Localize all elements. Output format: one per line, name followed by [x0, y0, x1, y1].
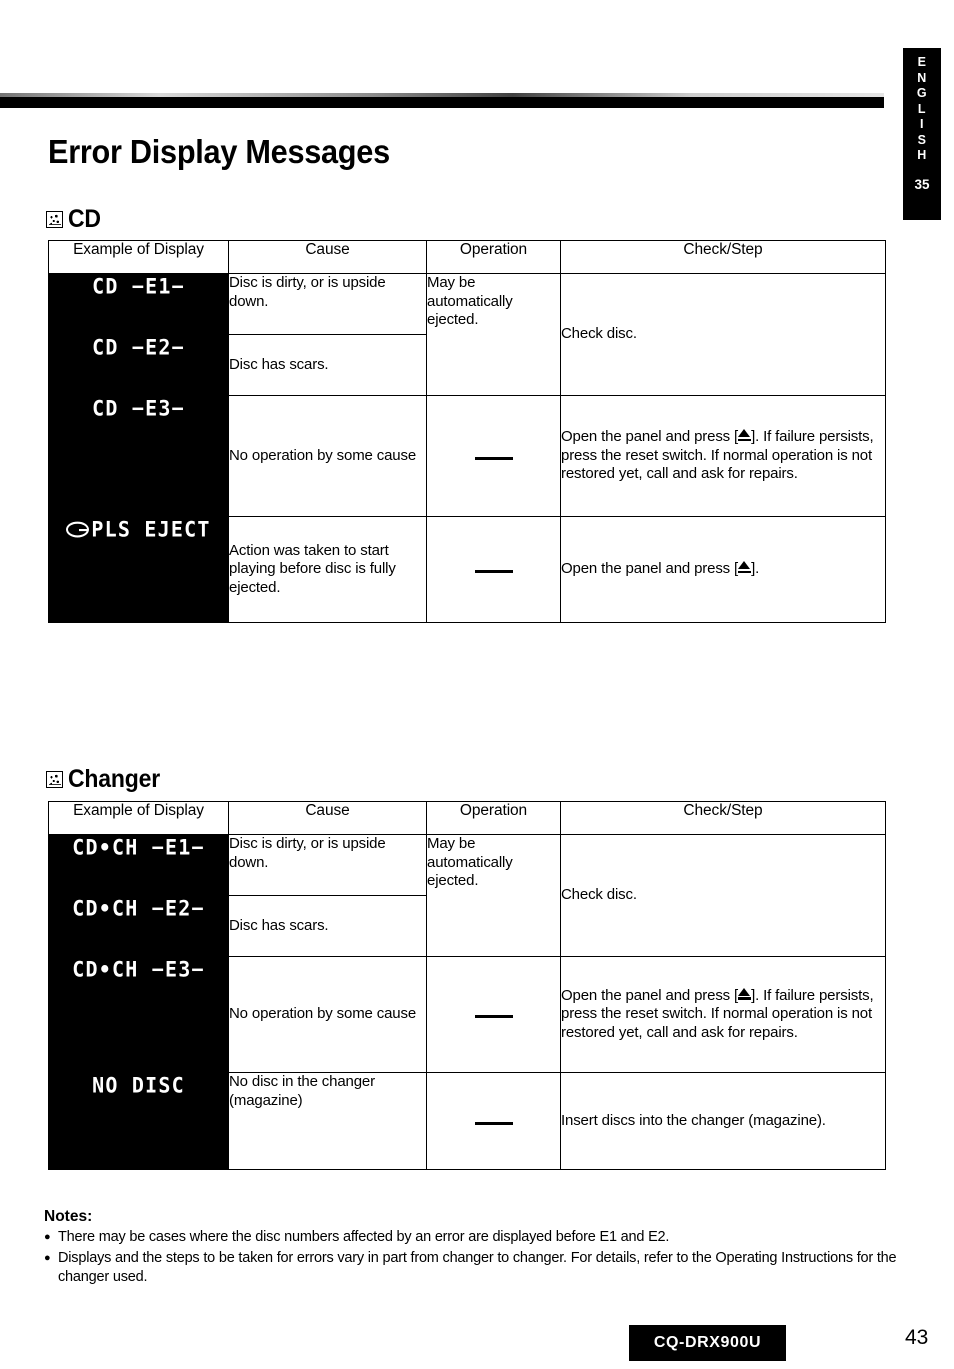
eject-button-icon: [738, 987, 752, 1001]
display-example-cell: CD −E1−: [48, 273, 229, 335]
check-step-cell: Open the panel and press [].: [560, 516, 886, 623]
column-header-cause: Cause: [228, 801, 427, 835]
table-row: PLS EJECT Action was taken to start play…: [48, 516, 886, 623]
side-tab-letter: S: [917, 132, 927, 147]
display-example-cell: CD•CH −E1−: [48, 834, 229, 896]
table-row: CD −E3− No operation by some cause Open …: [48, 395, 886, 517]
operation-cell: [426, 395, 561, 517]
cause-cell: Disc is dirty, or is upside down.: [228, 273, 427, 335]
side-tab-letter: L: [917, 101, 927, 116]
display-code-text: CD −E2−: [92, 334, 185, 360]
check-step-cell: Open the panel and press []. If failure …: [560, 956, 886, 1073]
table-header-row: Example of Display Cause Operation Check…: [48, 801, 886, 835]
note-list-item: ● Displays and the steps to be taken for…: [44, 1249, 904, 1288]
eject-button-icon: [738, 561, 752, 574]
em-dash-mark: [474, 456, 513, 460]
display-code-text: CD•CH −E2−: [72, 895, 205, 921]
side-tab-english: E N G L I S H 35: [903, 48, 941, 220]
display-code-label: PLS EJECT: [91, 516, 211, 542]
note-text: There may be cases where the disc number…: [58, 1229, 670, 1245]
section-heading-label: CD: [68, 205, 101, 233]
em-dash-mark: [474, 1121, 513, 1125]
cause-cell: No operation by some cause: [228, 956, 427, 1073]
check-step-text-before: Open the panel and press [: [561, 986, 739, 1004]
operation-cell: [426, 956, 561, 1073]
table-row: NO DISC No disc in the changer (magazine…: [48, 1072, 886, 1170]
display-panel-icon: [46, 211, 63, 228]
display-example-cell: PLS EJECT: [48, 516, 229, 623]
check-step-text-before: Open the panel and press [: [561, 428, 739, 446]
bullet-icon: ●: [44, 1231, 51, 1243]
display-example-cell: CD −E3−: [48, 395, 229, 517]
page-number: 43: [905, 1326, 929, 1349]
notes-title: Notes:: [44, 1208, 93, 1225]
side-tab-letter: E: [917, 55, 927, 69]
cause-cell: Disc has scars.: [228, 334, 427, 396]
operation-cell: [426, 516, 561, 623]
eject-button-icon: [738, 429, 752, 442]
column-header-check: Check/Step: [560, 801, 886, 835]
changer-error-table: Example of Display Cause Operation Check…: [48, 801, 886, 1170]
display-code-text: CD −E3−: [92, 395, 185, 421]
column-header-check: Check/Step: [560, 240, 886, 274]
em-dash-mark: [474, 1015, 513, 1019]
table-row: CD•CH −E3− No operation by some cause Op…: [48, 956, 886, 1073]
bullet-icon: ●: [44, 1251, 51, 1264]
note-text: Displays and the steps to be taken for e…: [58, 1249, 897, 1286]
em-dash-mark: [474, 570, 513, 574]
side-tab-letter: I: [920, 117, 924, 131]
column-header-operation: Operation: [426, 801, 561, 835]
top-rule: [0, 97, 884, 108]
disc-eject-icon: [66, 521, 90, 538]
cause-cell: Action was taken to start playing before…: [228, 516, 427, 623]
check-step-text-after: ].: [751, 560, 760, 578]
page-title: Error Display Messages: [48, 133, 390, 170]
operation-cell: [426, 1072, 561, 1170]
table-header-row: Example of Display Cause Operation Check…: [48, 240, 886, 274]
check-step-cell: Open the panel and press []. If failure …: [560, 395, 886, 517]
note-list-item: ● There may be cases where the disc numb…: [44, 1228, 904, 1248]
display-example-cell: CD•CH −E2−: [48, 895, 229, 957]
notes-section: Notes: ● There may be cases where the di…: [44, 1208, 904, 1289]
column-header-example: Example of Display: [48, 240, 229, 274]
display-code-text: PLS EJECT: [66, 516, 211, 542]
display-example-cell: NO DISC: [48, 1072, 229, 1170]
cause-cell: Disc is dirty, or is upside down.: [228, 834, 427, 896]
check-step-cell: Check disc.: [560, 834, 886, 957]
cause-cell: Disc has scars.: [228, 895, 427, 957]
table-row: CD•CH −E1− Disc is dirty, or is upside d…: [48, 834, 886, 957]
display-example-cell: CD•CH −E3−: [48, 956, 229, 1073]
side-tab-number: 35: [914, 176, 930, 192]
column-header-operation: Operation: [426, 240, 561, 274]
cd-error-table: Example of Display Cause Operation Check…: [48, 240, 886, 623]
cause-cell: No disc in the changer (magazine): [228, 1072, 427, 1170]
side-tab-letter: G: [916, 86, 928, 100]
check-step-cell: Check disc.: [560, 273, 886, 396]
operation-cell: May be automatically ejected.: [426, 273, 561, 396]
table-row: CD −E1− Disc is dirty, or is upside down…: [48, 273, 886, 396]
display-code-text: CD −E1−: [92, 273, 185, 299]
display-panel-icon: [46, 771, 63, 788]
column-header-example: Example of Display: [48, 801, 229, 835]
display-code-text: CD•CH −E1−: [72, 834, 205, 860]
section-heading-cd: CD: [46, 205, 104, 234]
cause-cell: No operation by some cause: [228, 395, 427, 517]
display-code-text: CD•CH −E3−: [72, 956, 205, 982]
side-tab-letter: N: [917, 70, 927, 85]
display-code-text: NO DISC: [92, 1072, 185, 1098]
operation-cell: May be automatically ejected.: [426, 834, 561, 957]
column-header-cause: Cause: [228, 240, 427, 274]
model-number-badge: CQ-DRX900U: [629, 1325, 786, 1361]
section-heading-label: Changer: [68, 765, 161, 793]
side-tab-letter: H: [917, 148, 927, 162]
check-step-text-before: Open the panel and press [: [561, 560, 739, 578]
section-heading-changer: Changer: [46, 765, 168, 794]
check-step-cell: Insert discs into the changer (magazine)…: [560, 1072, 886, 1170]
display-example-cell: CD −E2−: [48, 334, 229, 396]
